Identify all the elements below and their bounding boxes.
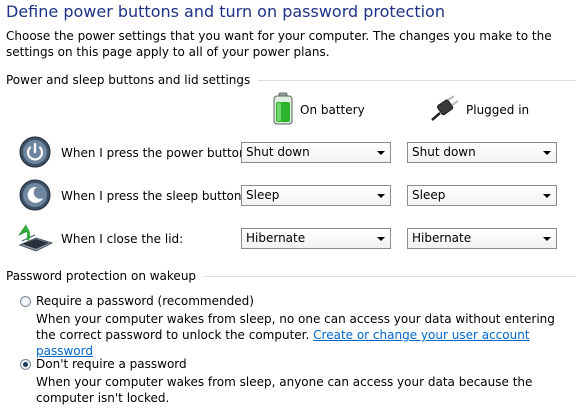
- dropdown-arrow-icon: [543, 151, 551, 155]
- no-password-description: When your computer wakes from sleep, any…: [36, 374, 576, 406]
- lid-battery-select[interactable]: Hibernate: [241, 228, 391, 249]
- dropdown-arrow-icon: [543, 194, 551, 198]
- lid-plugged-select[interactable]: Hibernate: [407, 228, 557, 249]
- power-button-icon: [18, 135, 52, 169]
- intro-text: Choose the power settings that you want …: [6, 29, 552, 59]
- select-value: Sleep: [246, 188, 280, 202]
- power-button-plugged-select[interactable]: Shut down: [407, 142, 557, 163]
- select-value: Shut down: [246, 145, 310, 159]
- power-section-title: Power and sleep buttons and lid settings: [6, 73, 251, 87]
- select-value: Hibernate: [246, 231, 306, 245]
- select-value: Shut down: [412, 145, 476, 159]
- power-button-battery-select[interactable]: Shut down: [241, 142, 391, 163]
- dropdown-arrow-icon: [543, 237, 551, 241]
- sleep-button-icon: [18, 178, 52, 212]
- no-password-radio[interactable]: Don't require a password: [20, 356, 187, 372]
- radio-button-unchecked[interactable]: [20, 295, 31, 307]
- require-password-radio[interactable]: Require a password (recommended): [20, 293, 254, 309]
- select-value: Sleep: [412, 188, 446, 202]
- sleep-button-plugged-select[interactable]: Sleep: [407, 185, 557, 206]
- require-password-label: Require a password (recommended): [36, 294, 254, 308]
- row-label-power-button: When I press the power button:: [61, 146, 251, 160]
- battery-icon: [272, 92, 294, 129]
- power-plug-icon: [430, 94, 460, 127]
- section-separator: [204, 275, 576, 277]
- power-section-header: Power and sleep buttons and lid settings: [6, 72, 576, 88]
- password-section-title: Password protection on wakeup: [6, 269, 197, 283]
- dropdown-arrow-icon: [377, 237, 385, 241]
- column-header-battery: On battery: [272, 92, 365, 128]
- no-password-label: Don't require a password: [36, 357, 187, 371]
- page-title: Define power buttons and turn on passwor…: [6, 2, 445, 21]
- dropdown-arrow-icon: [377, 151, 385, 155]
- no-password-desc-text: When your computer wakes from sleep, any…: [36, 375, 533, 405]
- password-section-header: Password protection on wakeup: [6, 268, 576, 284]
- column-label-battery: On battery: [300, 103, 365, 117]
- row-label-lid: When I close the lid:: [61, 232, 184, 246]
- require-password-description: When your computer wakes from sleep, no …: [36, 311, 576, 359]
- laptop-lid-icon: [16, 221, 54, 255]
- select-value: Hibernate: [412, 231, 472, 245]
- sleep-button-battery-select[interactable]: Sleep: [241, 185, 391, 206]
- row-label-sleep-button: When I press the sleep button:: [61, 189, 246, 203]
- column-label-plugged: Plugged in: [466, 103, 530, 117]
- radio-button-checked[interactable]: [20, 358, 31, 370]
- column-header-plugged: Plugged in: [430, 92, 529, 128]
- dropdown-arrow-icon: [377, 194, 385, 198]
- section-separator: [258, 79, 576, 81]
